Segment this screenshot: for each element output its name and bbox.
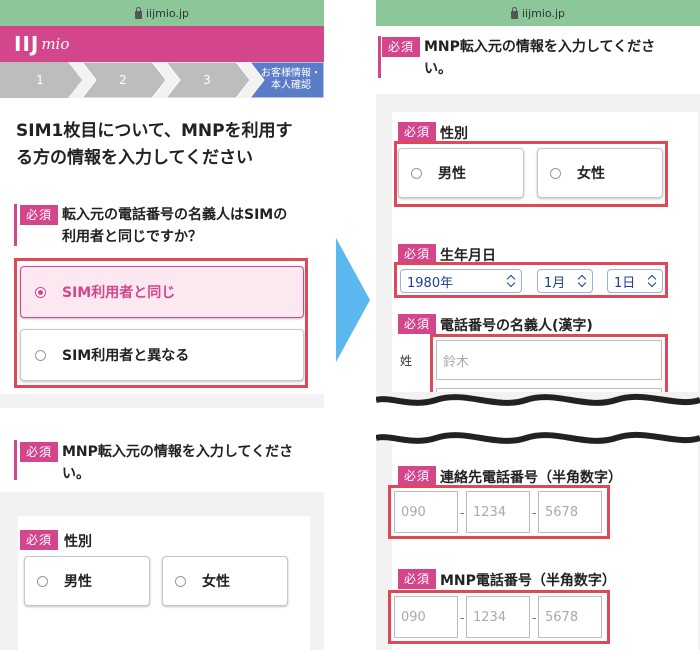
mnp-heading-line2: い。 — [424, 61, 452, 77]
highlight-box — [394, 262, 668, 298]
lock-icon — [134, 6, 142, 19]
highlight-box — [394, 141, 668, 207]
mnp-info-heading: MNP転入元の情報を入力してくださ い。 — [62, 441, 318, 485]
url-text: iijmio.jp — [145, 6, 189, 20]
radio-icon[interactable] — [37, 575, 48, 587]
step-4: お客様情報・ 本人確認 — [258, 62, 324, 98]
contact-phone-title: 連絡先電話番号（半角数字） — [440, 470, 622, 486]
gender-female-label: 女性 — [202, 574, 230, 590]
question-accent-bar — [378, 36, 381, 78]
mnp-info-heading: MNP転入元の情報を入力してくださ い。 — [424, 36, 694, 80]
mnp-phone-title: MNP電話番号（半角数字） — [440, 573, 616, 589]
mnp-heading-line1: MNP転入元の情報を入力してくださ — [62, 444, 294, 460]
url-bar[interactable]: iijmio.jp — [376, 0, 700, 26]
required-badge: 必須 — [398, 244, 437, 264]
kanji-name-title: 電話番号の名義人(漢字) — [440, 318, 593, 334]
page-title-line1: SIM1枚目について、MNPを利用す — [16, 121, 293, 141]
required-badge: 必須 — [398, 122, 437, 142]
highlight-box — [388, 590, 610, 644]
logo[interactable]: IIJ — [14, 32, 39, 56]
radio-icon[interactable] — [175, 575, 186, 587]
required-badge: 必須 — [20, 530, 59, 550]
mnp-heading-line1: MNP転入元の情報を入力してくださ — [424, 39, 656, 55]
page-break-wave — [376, 392, 700, 444]
step-3: 3 — [203, 73, 211, 87]
required-badge: 必須 — [20, 205, 59, 225]
required-badge: 必須 — [398, 314, 437, 334]
lock-icon — [510, 6, 518, 19]
question-line2: 利用者と同じですか？ — [62, 229, 202, 245]
required-badge: 必須 — [398, 466, 437, 486]
step-1: 1 — [36, 73, 44, 87]
question-accent-bar — [14, 204, 17, 246]
page-title: SIM1枚目について、MNPを利用す る方の情報を入力してください — [16, 118, 316, 172]
question-line1: 転入元の電話番号の名義人はSIMの — [62, 207, 288, 223]
gender-male-option[interactable]: 男性 — [24, 556, 150, 606]
gender-title: 性別 — [64, 534, 92, 550]
step-4-line1: お客様情報・ — [261, 68, 321, 79]
transition-arrow-icon — [336, 238, 370, 362]
question-same-holder: 転入元の電話番号の名義人はSIMの 利用者と同じですか？ — [62, 204, 312, 248]
required-badge: 必須 — [382, 37, 421, 57]
gender-title: 性別 — [440, 126, 468, 142]
header-bar: IIJ mio — [0, 26, 324, 62]
sei-label: 姓 — [400, 354, 413, 368]
highlight-box — [14, 258, 308, 388]
highlight-box — [388, 485, 610, 539]
logo-sub: mio — [41, 35, 70, 53]
question-accent-bar — [14, 440, 17, 480]
url-bar[interactable]: iijmio.jp — [0, 0, 324, 26]
right-phone-screen: iijmio.jp 必須 MNP転入元の情報を入力してくださ い。 必須 性別 … — [376, 0, 700, 650]
url-text: iijmio.jp — [521, 6, 565, 20]
required-badge: 必須 — [20, 442, 59, 462]
page-title-line2: る方の情報を入力してください — [16, 148, 253, 168]
gender-male-label: 男性 — [64, 574, 92, 590]
step-2: 2 — [119, 73, 127, 87]
required-badge: 必須 — [398, 569, 437, 589]
left-phone-screen: iijmio.jp IIJ mio 1 2 3 お客様情報・ 本人確認 SIM1… — [0, 0, 324, 650]
gender-female-option[interactable]: 女性 — [162, 556, 288, 606]
step-4-line2: 本人確認 — [271, 80, 311, 91]
mnp-heading-line2: い。 — [62, 466, 90, 482]
